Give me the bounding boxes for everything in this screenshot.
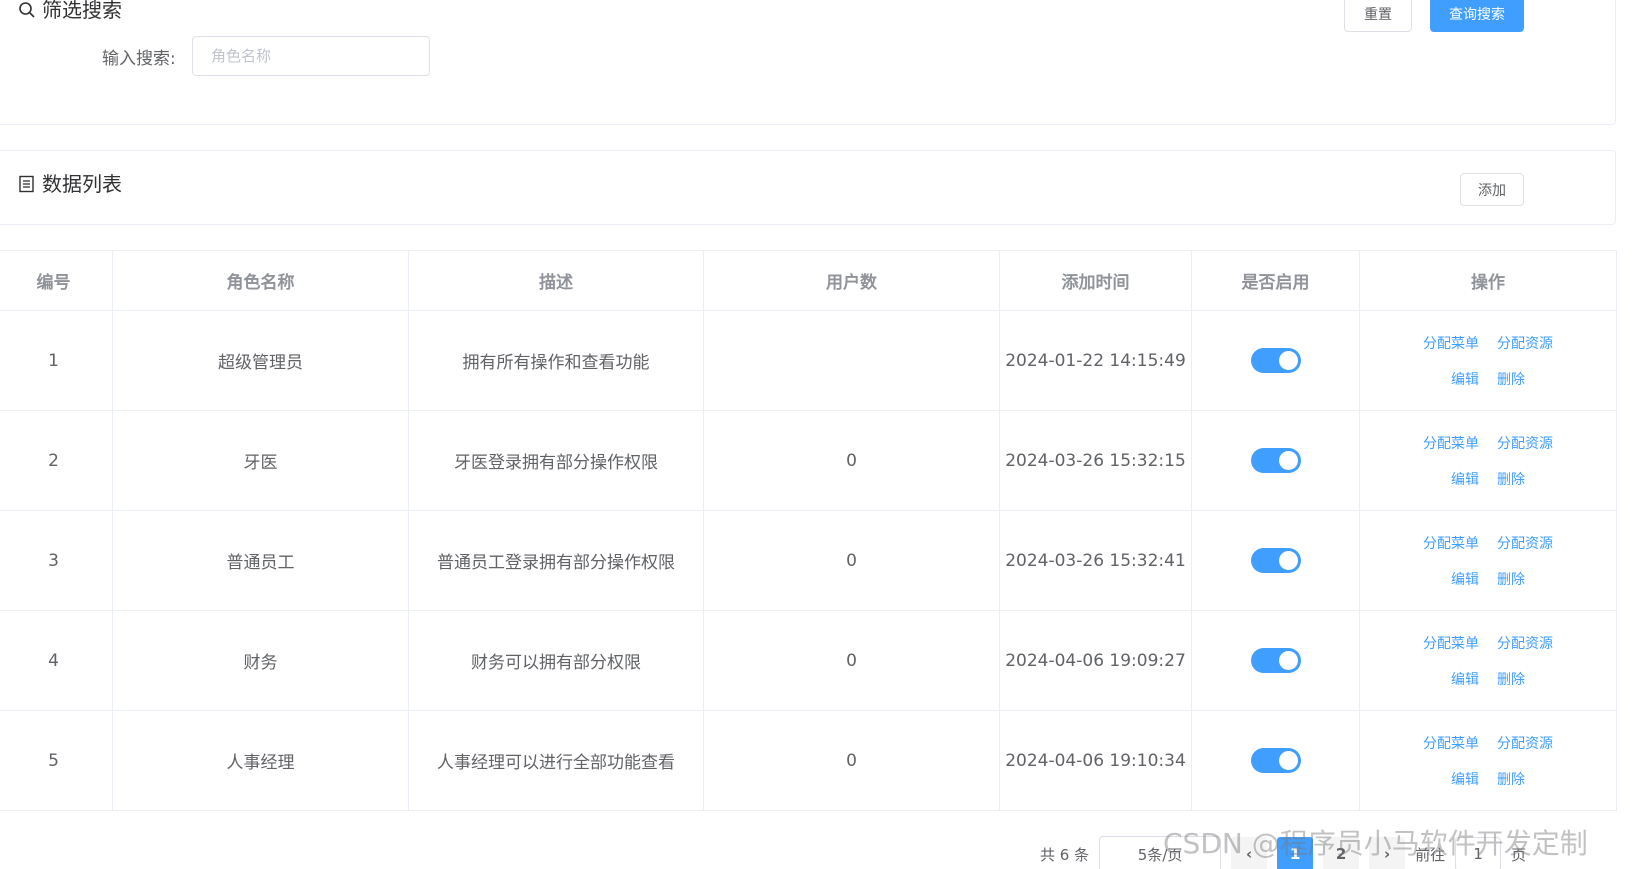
table-header-row: 编号 角色名称 描述 用户数 添加时间 是否启用 操作 [0, 250, 1617, 311]
enabled-toggle[interactable] [1250, 448, 1301, 473]
cell-user-count: 0 [703, 710, 1000, 811]
role-name-search-input[interactable] [192, 36, 430, 76]
col-header-role-name[interactable]: 角色名称 [112, 250, 409, 311]
cell-enabled [1191, 510, 1360, 611]
cell-role-name: 财务 [112, 610, 409, 711]
enabled-toggle[interactable] [1250, 648, 1301, 673]
cell-description: 拥有所有操作和查看功能 [408, 310, 704, 411]
assign-menu-link[interactable]: 分配菜单 [1423, 733, 1479, 753]
cell-created-time: 2024-04-06 19:10:34 [999, 710, 1192, 811]
table-row: 4 财务 财务可以拥有部分权限 0 2024-04-06 19:09:27 分配菜单 分配资… [0, 610, 1617, 711]
table-row: 1 超级管理员 拥有所有操作和查看功能 2024-01-22 14:15:49 分配菜单… [0, 310, 1617, 411]
toggle-knob [1278, 751, 1298, 770]
search-button[interactable]: 查询搜索 [1430, 0, 1524, 32]
cell-actions: 分配菜单 分配资源 编辑 删除 [1359, 610, 1617, 711]
delete-link[interactable]: 删除 [1497, 769, 1525, 789]
list-header-panel [0, 150, 1616, 225]
toggle-knob [1278, 451, 1298, 470]
assign-resource-link[interactable]: 分配资源 [1497, 333, 1553, 353]
cell-description: 人事经理可以进行全部功能查看 [408, 710, 704, 811]
cell-id: 2 [0, 410, 113, 511]
cell-actions: 分配菜单 分配资源 编辑 删除 [1359, 410, 1617, 511]
cell-created-time: 2024-04-06 19:09:27 [999, 610, 1192, 711]
enabled-toggle[interactable] [1250, 548, 1301, 573]
cell-actions: 分配菜单 分配资源 编辑 删除 [1359, 310, 1617, 411]
cell-created-time: 2024-01-22 14:15:49 [999, 310, 1192, 411]
cell-role-name: 人事经理 [112, 710, 409, 811]
cell-description: 财务可以拥有部分权限 [408, 610, 704, 711]
cell-role-name: 超级管理员 [112, 310, 409, 411]
cell-role-name: 普通员工 [112, 510, 409, 611]
table-row: 3 普通员工 普通员工登录拥有部分操作权限 0 2024-03-26 15:32:41 分… [0, 510, 1617, 611]
col-header-description[interactable]: 描述 [408, 250, 704, 311]
cell-actions: 分配菜单 分配资源 编辑 删除 [1359, 510, 1617, 611]
list-icon [18, 174, 36, 192]
col-header-id[interactable]: 编号 [0, 250, 113, 311]
assign-menu-link[interactable]: 分配菜单 [1423, 633, 1479, 653]
delete-link[interactable]: 删除 [1497, 369, 1525, 389]
list-title: 数据列表 [18, 168, 122, 197]
cell-user-count [703, 310, 1000, 411]
col-header-user-count[interactable]: 用户数 [703, 250, 1000, 311]
toggle-knob [1278, 651, 1298, 670]
enabled-toggle[interactable] [1250, 748, 1301, 773]
enabled-toggle[interactable] [1250, 348, 1301, 373]
edit-link[interactable]: 编辑 [1451, 369, 1479, 389]
edit-link[interactable]: 编辑 [1451, 569, 1479, 589]
cell-enabled [1191, 610, 1360, 711]
edit-link[interactable]: 编辑 [1451, 469, 1479, 489]
cell-created-time: 2024-03-26 15:32:41 [999, 510, 1192, 611]
cell-id: 1 [0, 310, 113, 411]
assign-menu-link[interactable]: 分配菜单 [1423, 533, 1479, 553]
assign-resource-link[interactable]: 分配资源 [1497, 633, 1553, 653]
cell-actions: 分配菜单 分配资源 编辑 删除 [1359, 710, 1617, 811]
list-title-text: 数据列表 [42, 172, 122, 196]
watermark: CSDN @程序员小马软件开发定制 [1163, 827, 1588, 860]
cell-user-count: 0 [703, 510, 1000, 611]
cell-user-count: 0 [703, 410, 1000, 511]
filter-title-text: 筛选搜索 [42, 0, 122, 22]
cell-role-name: 牙医 [112, 410, 409, 511]
toggle-knob [1278, 551, 1298, 570]
edit-link[interactable]: 编辑 [1451, 669, 1479, 689]
cell-id: 3 [0, 510, 113, 611]
delete-link[interactable]: 删除 [1497, 669, 1525, 689]
search-input-label: 输入搜索: [102, 49, 176, 69]
assign-resource-link[interactable]: 分配资源 [1497, 433, 1553, 453]
delete-link[interactable]: 删除 [1497, 569, 1525, 589]
cell-id: 4 [0, 610, 113, 711]
col-header-enabled[interactable]: 是否启用 [1191, 250, 1360, 311]
cell-enabled [1191, 410, 1360, 511]
delete-link[interactable]: 删除 [1497, 469, 1525, 489]
toggle-knob [1278, 351, 1298, 370]
edit-link[interactable]: 编辑 [1451, 769, 1479, 789]
cell-user-count: 0 [703, 610, 1000, 711]
cell-description: 牙医登录拥有部分操作权限 [408, 410, 704, 511]
assign-menu-link[interactable]: 分配菜单 [1423, 433, 1479, 453]
table-row: 5 人事经理 人事经理可以进行全部功能查看 0 2024-04-06 19:10:34 分… [0, 710, 1617, 811]
roles-table: 编号 角色名称 描述 用户数 添加时间 是否启用 操作 1 超级管理员 拥有所有操作… [0, 250, 1617, 811]
cell-created-time: 2024-03-26 15:32:15 [999, 410, 1192, 511]
reset-button[interactable]: 重置 [1344, 0, 1412, 32]
assign-resource-link[interactable]: 分配资源 [1497, 533, 1553, 553]
cell-enabled [1191, 310, 1360, 411]
cell-description: 普通员工登录拥有部分操作权限 [408, 510, 704, 611]
add-button[interactable]: 添加 [1460, 173, 1524, 206]
cell-id: 5 [0, 710, 113, 811]
filter-title: 筛选搜索 [18, 0, 122, 23]
col-header-created-time[interactable]: 添加时间 [999, 250, 1192, 311]
search-icon [18, 0, 36, 18]
total-count: 共 6 条 [1040, 845, 1090, 864]
cell-enabled [1191, 710, 1360, 811]
assign-resource-link[interactable]: 分配资源 [1497, 733, 1553, 753]
assign-menu-link[interactable]: 分配菜单 [1423, 333, 1479, 353]
table-row: 2 牙医 牙医登录拥有部分操作权限 0 2024-03-26 15:32:15 分配菜单分… [0, 410, 1617, 511]
col-header-actions[interactable]: 操作 [1359, 250, 1617, 311]
